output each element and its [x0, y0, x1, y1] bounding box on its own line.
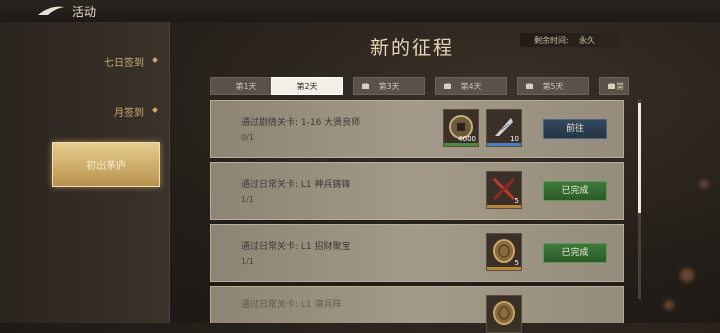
ember-decoration	[700, 180, 708, 188]
ember-decoration	[680, 268, 694, 282]
go-button[interactable]: 前往	[543, 119, 607, 139]
bronze-coin-icon	[493, 301, 515, 325]
rarity-bar	[487, 205, 521, 208]
completed-button[interactable]: 已完成	[543, 181, 607, 201]
tab-label: 第	[616, 82, 624, 91]
rarity-bar	[444, 143, 478, 146]
sidebar-item-monthly[interactable]: 月签到	[0, 96, 168, 126]
back-icon[interactable]	[36, 3, 66, 19]
top-bar: 活动	[0, 0, 720, 22]
remaining-time: 剩余时间: 永久	[520, 33, 618, 47]
sidebar-item-label: 初出茅庐	[86, 161, 126, 172]
reward-item[interactable]: 4000	[443, 109, 479, 147]
diamond-icon	[152, 107, 158, 113]
scrollbar-thumb[interactable]	[638, 103, 641, 213]
ember-decoration	[664, 300, 674, 310]
quest-title: 通过日常关卡: L1 神兵铸锋	[241, 180, 351, 190]
quest-row: 通过日常关卡: L1 招财聚宝 1/1 5 已完成	[210, 224, 624, 282]
tab-day-6[interactable]: 第	[599, 77, 629, 95]
reward-item[interactable]: 10	[486, 109, 522, 147]
rarity-bar	[487, 143, 521, 146]
lock-icon	[608, 83, 615, 89]
completed-button[interactable]: 已完成	[543, 243, 607, 263]
reward-count: 4000	[458, 135, 476, 143]
reward-item[interactable]: 5	[486, 171, 522, 209]
reward-item[interactable]	[486, 295, 522, 333]
page-title: 活动	[72, 5, 97, 19]
reward-count: 10	[510, 135, 519, 143]
crossed-swords-icon	[492, 177, 516, 201]
quest-progress: 1/1	[241, 257, 254, 266]
tab-day-4[interactable]: 第4天	[435, 77, 507, 95]
bronze-coin-icon	[493, 239, 515, 263]
quest-row: 通过剧情关卡: 1-16 大贤良师 0/1 4000 10 前往	[210, 100, 624, 158]
quest-row: 通过日常关卡: L1 演兵阵	[210, 286, 624, 333]
rarity-bar	[487, 267, 521, 270]
sidebar-item-label: 月签到	[114, 108, 144, 119]
section-title: 新的征程	[370, 37, 455, 59]
remaining-time-value: 永久	[579, 36, 595, 45]
tab-label: 第3天	[378, 82, 400, 91]
tab-label: 第2天	[296, 82, 318, 91]
sidebar-item-beginner[interactable]: 初出茅庐	[52, 142, 160, 187]
tab-day-3[interactable]: 第3天	[353, 77, 425, 95]
remaining-time-label: 剩余时间:	[534, 36, 569, 45]
tab-day-5[interactable]: 第5天	[517, 77, 589, 95]
reward-count: 5	[514, 259, 519, 267]
sidebar-item-label: 七日签到	[104, 58, 144, 69]
tab-label: 第5天	[542, 82, 564, 91]
quest-progress: 0/1	[241, 133, 254, 142]
quest-row: 通过日常关卡: L1 神兵铸锋 1/1 5 已完成	[210, 162, 624, 220]
diamond-icon	[152, 57, 158, 63]
quest-title: 通过剧情关卡: 1-16 大贤良师	[241, 118, 361, 128]
reward-item[interactable]: 5	[486, 233, 522, 271]
reward-count: 5	[514, 197, 519, 205]
tab-day-2[interactable]: 第2天	[271, 77, 343, 95]
tab-label: 第4天	[460, 82, 482, 91]
quest-progress: 1/1	[241, 195, 254, 204]
sidebar-item-seven-day[interactable]: 七日签到	[0, 46, 168, 76]
quest-title: 通过日常关卡: L1 招财聚宝	[241, 242, 351, 252]
quest-title: 通过日常关卡: L1 演兵阵	[241, 300, 342, 310]
